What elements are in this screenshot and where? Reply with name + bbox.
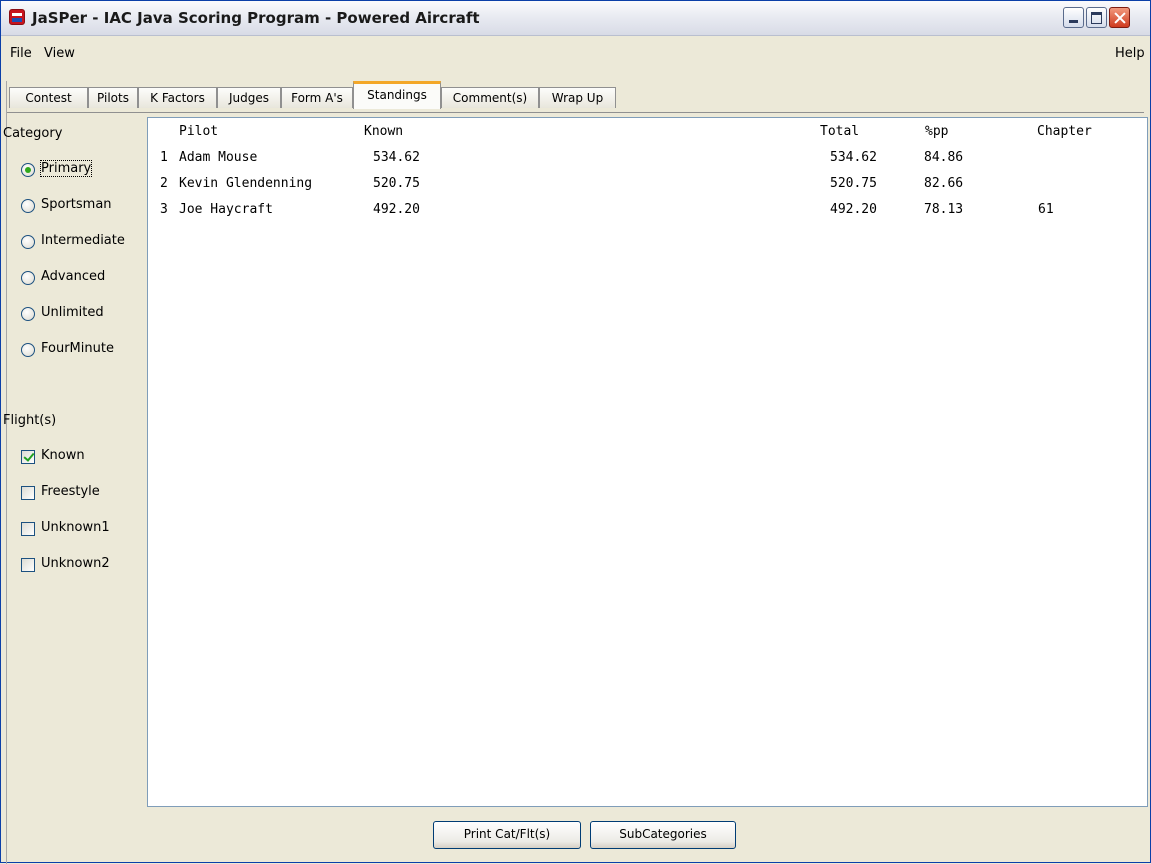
radio-button[interactable] bbox=[21, 271, 35, 285]
option-label: FourMinute bbox=[41, 341, 114, 356]
option-label: Unknown2 bbox=[41, 556, 110, 571]
option-label: Known bbox=[41, 448, 85, 463]
window-title: JaSPer - IAC Java Scoring Program - Powe… bbox=[32, 9, 480, 27]
checkbox[interactable] bbox=[21, 486, 35, 500]
percent-pp: 82.66 bbox=[924, 176, 964, 191]
checkbox[interactable] bbox=[21, 522, 35, 536]
tab-k-factors[interactable]: K Factors bbox=[138, 87, 217, 108]
standings-row: 1 Adam Mouse 534.62 534.62 84.86 bbox=[148, 150, 1147, 170]
standings-header-row: Pilot Known Total %pp Chapter bbox=[148, 124, 1147, 144]
option-label: Intermediate bbox=[41, 233, 125, 248]
menu-view[interactable]: View bbox=[44, 46, 75, 61]
radio-button[interactable] bbox=[21, 307, 35, 321]
chapter: 61 bbox=[1038, 202, 1054, 217]
radio-button[interactable] bbox=[21, 199, 35, 213]
tab-pilots[interactable]: Pilots bbox=[88, 87, 138, 108]
standings-row: 2 Kevin Glendenning 520.75 520.75 82.66 bbox=[148, 176, 1147, 196]
header-chapter: Chapter bbox=[1037, 124, 1092, 139]
tab-wrap-up[interactable]: Wrap Up bbox=[539, 87, 616, 108]
menu-bar: File View Help bbox=[1, 36, 1150, 80]
tab-divider bbox=[7, 112, 1144, 113]
standings-row: 3 Joe Haycraft 492.20 492.20 78.13 61 bbox=[148, 202, 1147, 222]
known-score: 534.62 bbox=[373, 150, 420, 165]
print-cat-flt-button[interactable]: Print Cat/Flt(s) bbox=[433, 821, 581, 849]
header-total: Total bbox=[820, 124, 860, 139]
menu-help[interactable]: Help bbox=[1115, 46, 1145, 61]
header-pp: %pp bbox=[925, 124, 949, 139]
tab-judges[interactable]: Judges bbox=[217, 87, 281, 108]
total-score: 534.62 bbox=[830, 150, 877, 165]
radio-button[interactable] bbox=[21, 163, 35, 177]
option-label: Unlimited bbox=[41, 305, 104, 320]
tab-bar: Contest Pilots K Factors Judges Form A's… bbox=[1, 79, 1150, 113]
maximize-button[interactable] bbox=[1086, 7, 1107, 28]
menu-file[interactable]: File bbox=[10, 46, 32, 61]
minimize-button[interactable] bbox=[1063, 7, 1084, 28]
tab-standings[interactable]: Standings bbox=[353, 81, 441, 109]
window-border-left bbox=[1, 81, 7, 864]
iac-logo-icon[interactable] bbox=[9, 9, 25, 25]
flights-label: Flight(s) bbox=[3, 413, 57, 428]
checkbox[interactable] bbox=[21, 558, 35, 572]
option-label: Advanced bbox=[41, 269, 106, 284]
rank: 1 bbox=[160, 150, 168, 165]
option-label: Unknown1 bbox=[41, 520, 110, 535]
total-score: 492.20 bbox=[830, 202, 877, 217]
tab-form-as[interactable]: Form A's bbox=[281, 87, 353, 108]
pilot-name: Kevin Glendenning bbox=[179, 176, 313, 191]
total-score: 520.75 bbox=[830, 176, 877, 191]
known-score: 520.75 bbox=[373, 176, 420, 191]
header-pilot: Pilot bbox=[179, 124, 219, 139]
radio-button[interactable] bbox=[21, 343, 35, 357]
subcategories-button[interactable]: SubCategories bbox=[590, 821, 736, 849]
rank: 2 bbox=[160, 176, 168, 191]
rank: 3 bbox=[160, 202, 168, 217]
app-window: JaSPer - IAC Java Scoring Program - Powe… bbox=[0, 0, 1151, 864]
header-known: Known bbox=[364, 124, 404, 139]
standings-text-area[interactable]: Pilot Known Total %pp Chapter 1 Adam Mou… bbox=[147, 117, 1148, 807]
percent-pp: 84.86 bbox=[924, 150, 964, 165]
pilot-name: Joe Haycraft bbox=[179, 202, 273, 217]
close-button[interactable] bbox=[1109, 7, 1130, 28]
known-score: 492.20 bbox=[373, 202, 420, 217]
tab-comments[interactable]: Comment(s) bbox=[441, 87, 539, 108]
option-label: Freestyle bbox=[41, 484, 100, 499]
pilot-name: Adam Mouse bbox=[179, 150, 258, 165]
category-label: Category bbox=[3, 126, 63, 141]
option-label: Sportsman bbox=[41, 197, 112, 212]
option-label: Primary bbox=[39, 160, 93, 177]
title-bar[interactable]: JaSPer - IAC Java Scoring Program - Powe… bbox=[1, 1, 1150, 36]
tab-contest[interactable]: Contest bbox=[9, 87, 88, 108]
percent-pp: 78.13 bbox=[924, 202, 964, 217]
checkbox[interactable] bbox=[21, 450, 35, 464]
filter-panel: Category Primary Sportsman Intermediate … bbox=[3, 115, 146, 815]
radio-button[interactable] bbox=[21, 235, 35, 249]
